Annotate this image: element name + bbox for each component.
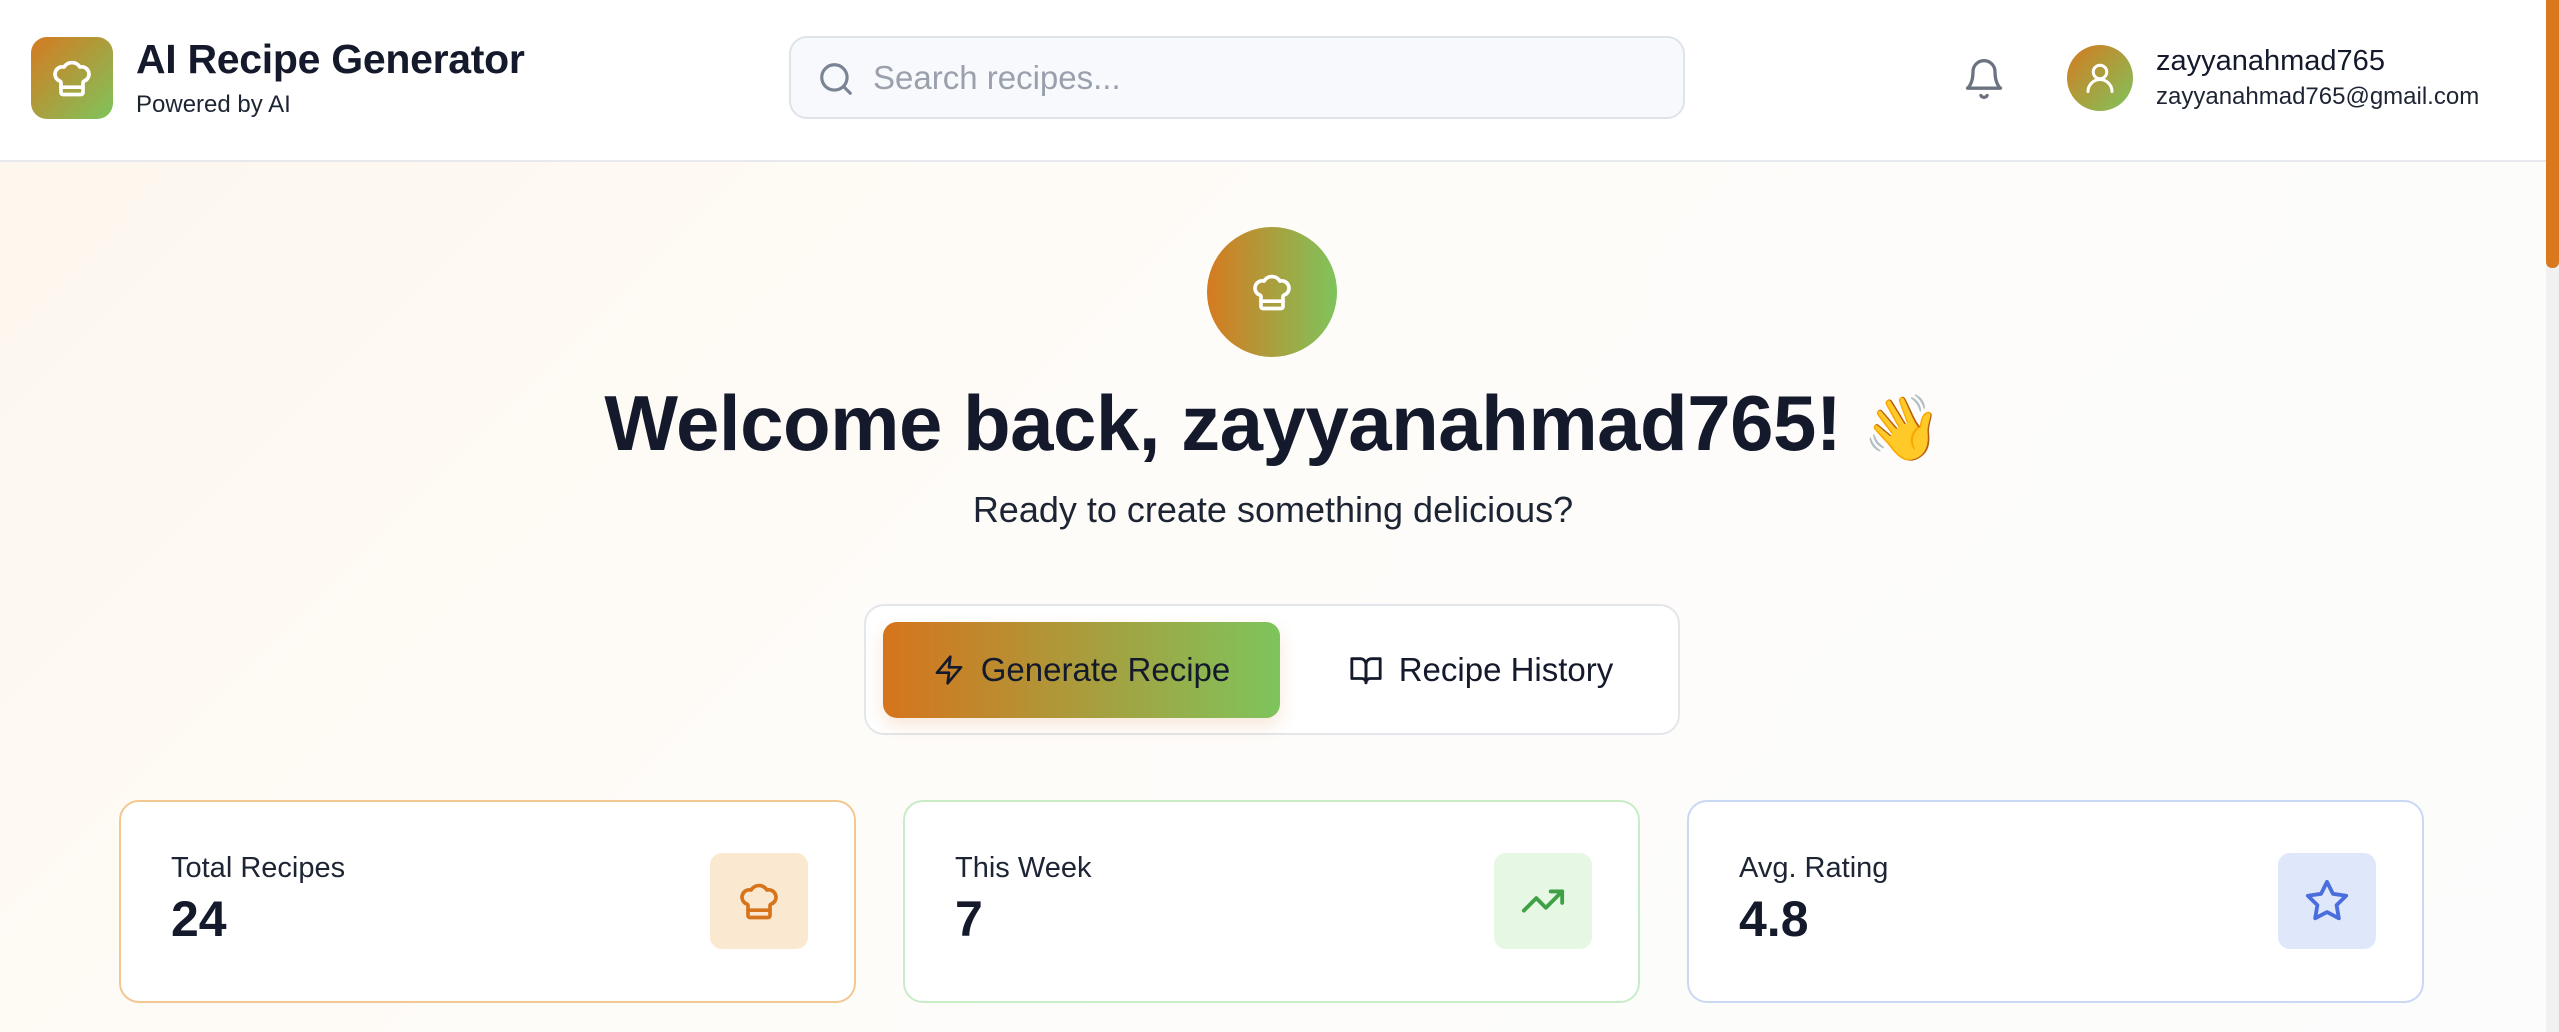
chef-hat-icon	[740, 883, 778, 920]
stat-value: 4.8	[1739, 891, 1809, 947]
book-icon	[1350, 657, 1382, 685]
stat-label: Avg. Rating	[1739, 852, 1889, 884]
chef-hat-icon	[53, 60, 91, 97]
stat-value: 7	[955, 891, 983, 947]
tab-recipe-history-label: Recipe History	[1398, 651, 1614, 688]
stat-label: This Week	[955, 852, 1092, 884]
waving-hand-icon: 👋	[1862, 392, 1943, 466]
chef-hat-icon	[1253, 274, 1291, 311]
search-input[interactable]	[873, 38, 1663, 117]
mode-tabs: Generate Recipe Recipe History	[864, 604, 1680, 735]
app-logo[interactable]	[31, 37, 113, 119]
trending-up-icon	[1521, 889, 1565, 913]
lightning-icon	[935, 655, 963, 685]
tab-generate-recipe[interactable]: Generate Recipe	[883, 622, 1280, 718]
stat-icon-box	[1494, 853, 1592, 949]
stat-card-total-recipes: Total Recipes 24	[119, 800, 856, 1003]
tab-generate-recipe-label: Generate Recipe	[980, 651, 1231, 688]
app-subtitle: Powered by AI	[136, 91, 291, 118]
app-title: AI Recipe Generator	[136, 36, 525, 82]
stat-value: 24	[171, 891, 227, 947]
top-header: AI Recipe Generator Powered by AI zayyan…	[0, 0, 2546, 162]
user-email: zayyanahmad765@gmail.com	[2156, 83, 2480, 110]
user-icon	[2086, 63, 2114, 93]
welcome-heading: Welcome back, zayyanahmad765! 👋	[0, 378, 2546, 469]
user-name[interactable]: zayyanahmad765	[2156, 45, 2385, 78]
welcome-tagline: Ready to create something delicious?	[972, 489, 1574, 530]
stat-card-this-week: This Week 7	[903, 800, 1640, 1003]
user-avatar[interactable]	[2067, 45, 2133, 111]
welcome-text: Welcome back, zayyanahmad765!	[604, 379, 1842, 467]
stat-icon-box	[2278, 853, 2376, 949]
tab-recipe-history[interactable]: Recipe History	[1296, 622, 1666, 718]
bell-icon[interactable]	[1962, 57, 2006, 101]
stat-icon-box	[710, 853, 808, 949]
search-bar[interactable]	[789, 36, 1685, 119]
star-icon	[2305, 879, 2349, 921]
stat-label: Total Recipes	[171, 852, 346, 884]
hero-chef-badge	[1207, 227, 1337, 357]
search-icon	[820, 63, 852, 95]
page-scrollbar-thumb[interactable]	[2546, 0, 2559, 268]
stat-card-avg-rating: Avg. Rating 4.8	[1687, 800, 2424, 1003]
